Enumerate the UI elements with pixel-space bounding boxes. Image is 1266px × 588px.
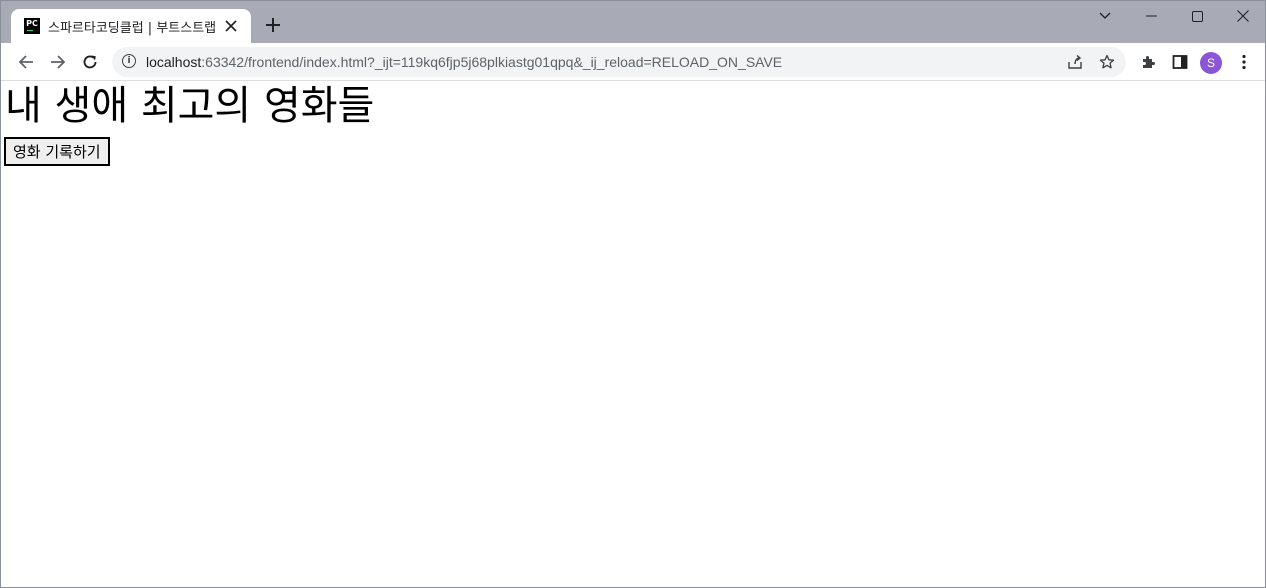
record-movie-button[interactable]: 영화 기록하기 — [4, 137, 110, 166]
extensions-icon[interactable] — [1138, 52, 1158, 72]
side-panel-icon[interactable] — [1170, 52, 1190, 72]
tab-title: 스파르타코딩클럽 | 부트스트랩 — [48, 20, 217, 36]
new-tab-button[interactable] — [263, 15, 283, 35]
url-text[interactable]: localhost:63342/frontend/index.html?_ijt… — [146, 54, 782, 70]
profile-avatar[interactable]: S — [1200, 52, 1222, 74]
maximize-button[interactable] — [1174, 5, 1220, 27]
share-icon[interactable] — [1066, 53, 1084, 71]
close-window-button[interactable] — [1220, 5, 1265, 27]
browser-toolbar: i localhost:63342/frontend/index.html?_i… — [1, 43, 1265, 81]
title-bar: PC 스파르타코딩클럽 | 부트스트랩 — [1, 1, 1265, 43]
browser-window: PC 스파르타코딩클럽 | 부트스트랩 i localhost:63342/fr… — [0, 0, 1266, 588]
close-tab-icon[interactable] — [223, 18, 239, 34]
reload-button[interactable] — [78, 50, 102, 74]
browser-tab[interactable]: PC 스파르타코딩클럽 | 부트스트랩 — [11, 9, 251, 43]
page-title: 내 생애 최고의 영화들 — [5, 83, 375, 129]
back-button[interactable] — [14, 50, 38, 74]
forward-button[interactable] — [46, 50, 70, 74]
pycharm-icon: PC — [24, 18, 40, 34]
menu-icon[interactable] — [1234, 52, 1254, 72]
url-path: :63342/frontend/index.html?_ijt=119kq6fj… — [201, 54, 783, 70]
page-content: 내 생애 최고의 영화들 영화 기록하기 — [1, 81, 1265, 587]
address-bar[interactable]: i localhost:63342/frontend/index.html?_i… — [112, 47, 1126, 77]
info-icon[interactable]: i — [122, 54, 136, 68]
favicon-label: PC — [26, 19, 38, 28]
tab-search-button[interactable] — [1082, 5, 1128, 27]
minimize-button[interactable] — [1128, 5, 1174, 27]
bookmark-star-icon[interactable] — [1098, 53, 1116, 71]
url-host: localhost — [146, 54, 202, 70]
